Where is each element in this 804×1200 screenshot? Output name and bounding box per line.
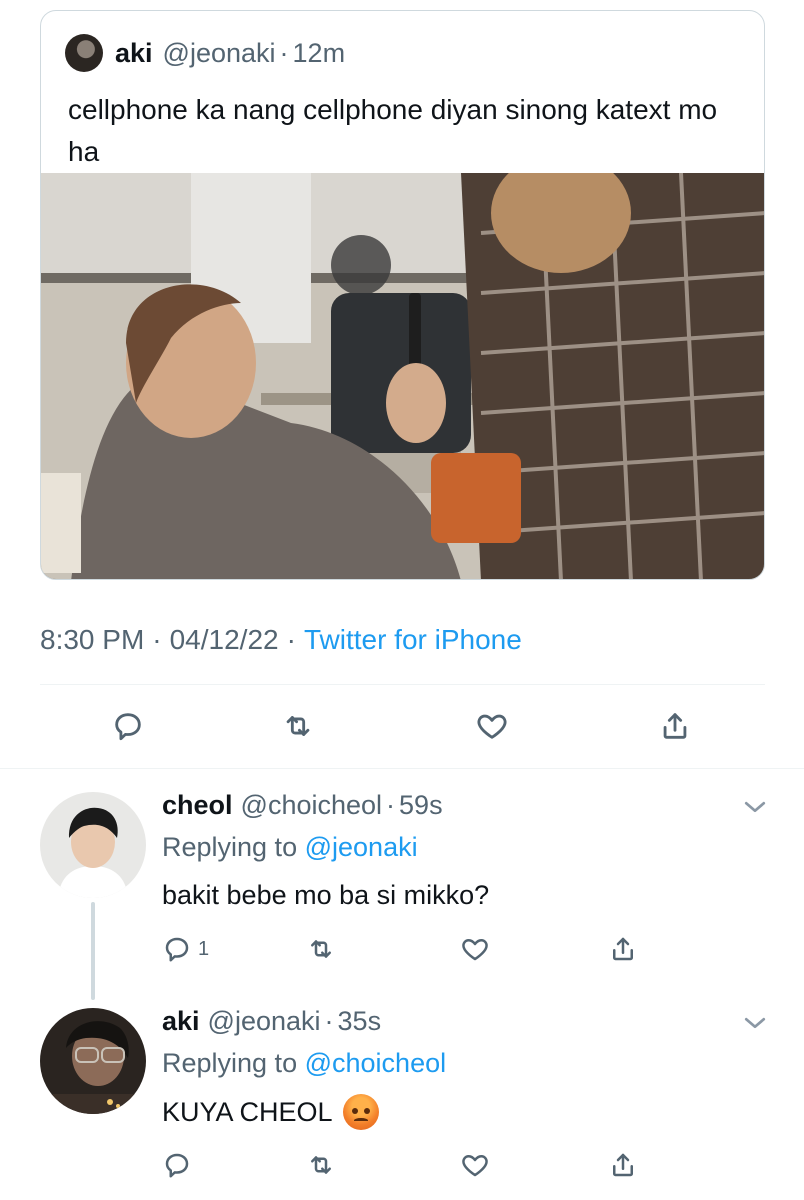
- replying-to-label: Replying to: [162, 832, 298, 862]
- divider: [40, 684, 765, 685]
- timestamp: 35s: [337, 1006, 382, 1036]
- reply-header: cheol @choicheol · 59s: [162, 790, 443, 821]
- chevron-down-icon: [744, 1017, 766, 1029]
- replying-to-label: Replying to: [162, 1048, 298, 1078]
- tweet-photo[interactable]: [41, 173, 764, 579]
- photo-illustration: [41, 173, 764, 579]
- replying-to: Replying to @choicheol: [162, 1048, 446, 1079]
- share-icon: [613, 937, 633, 961]
- mention-link[interactable]: @jeonaki: [305, 832, 418, 862]
- angry-face-emoji: [342, 1094, 379, 1130]
- avatar-image: [40, 792, 146, 898]
- display-name[interactable]: cheol: [162, 790, 233, 821]
- reply-text-content: bakit bebe mo ba si mikko?: [162, 880, 490, 910]
- share-button[interactable]: [655, 706, 695, 746]
- divider: [0, 768, 804, 769]
- heart-icon: [477, 714, 507, 739]
- tweet-actions: [0, 706, 804, 746]
- share-button[interactable]: [608, 932, 638, 966]
- like-button[interactable]: [472, 706, 512, 746]
- reply-button[interactable]: [162, 1148, 192, 1182]
- separator: ·: [152, 624, 162, 655]
- like-button[interactable]: [460, 932, 490, 966]
- retweet-button[interactable]: [306, 1148, 336, 1182]
- quoted-tweet-header: aki @jeonaki · 12m: [65, 33, 345, 73]
- reply-text-content: KUYA CHEOL: [162, 1096, 333, 1127]
- separator: ·: [286, 624, 296, 655]
- reply-icon: [165, 1153, 189, 1178]
- separator: ·: [324, 1006, 334, 1036]
- retweet-icon: [286, 716, 310, 736]
- handle[interactable]: @choicheol: [241, 790, 383, 821]
- reply-header: aki @jeonaki · 35s: [162, 1006, 381, 1037]
- avatar[interactable]: [40, 1008, 146, 1114]
- chevron-down-icon: [744, 801, 766, 813]
- mention-link[interactable]: @choicheol: [305, 1048, 447, 1078]
- tweet-time: 8:30 PM: [40, 624, 145, 655]
- more-options-button[interactable]: [740, 1008, 770, 1038]
- reply-button[interactable]: [108, 706, 148, 746]
- display-name[interactable]: aki: [115, 38, 153, 69]
- heart-icon: [462, 939, 488, 961]
- replying-to: Replying to @jeonaki: [162, 832, 418, 863]
- share-icon: [613, 1153, 633, 1177]
- reply-text: KUYA CHEOL: [162, 1094, 379, 1130]
- timestamp: 59s: [399, 790, 443, 820]
- retweet-button[interactable]: [278, 706, 318, 746]
- tweet-date: 04/12/22: [169, 624, 279, 655]
- reply-text: bakit bebe mo ba si mikko?: [162, 880, 489, 911]
- tweet-client-link[interactable]: Twitter for iPhone: [304, 624, 522, 656]
- timestamp: 12m: [292, 37, 346, 68]
- retweet-button[interactable]: [306, 932, 336, 966]
- reply-actions: [0, 1148, 804, 1182]
- heart-icon: [462, 1155, 488, 1177]
- display-name[interactable]: aki: [162, 1006, 200, 1037]
- reply-count: 1: [198, 937, 210, 960]
- tweet-meta: 8:30 PM · 04/12/22 · Twitter for iPhone: [40, 624, 522, 656]
- like-button[interactable]: [460, 1148, 490, 1182]
- quoted-tweet-text: cellphone ka nang cellphone diyan sinong…: [68, 94, 718, 167]
- reply-actions: 1: [0, 932, 804, 966]
- share-icon: [663, 713, 687, 739]
- retweet-icon: [311, 940, 331, 958]
- reply-icon: [165, 937, 189, 962]
- reply-button[interactable]: 1: [162, 932, 209, 966]
- share-button[interactable]: [608, 1148, 638, 1182]
- avatar[interactable]: [65, 34, 103, 72]
- retweet-icon: [311, 1156, 331, 1174]
- avatar-image: [40, 1008, 146, 1114]
- thread-connector: [91, 902, 95, 1000]
- separator: ·: [386, 790, 396, 820]
- handle[interactable]: @jeonaki: [163, 38, 276, 69]
- avatar[interactable]: [40, 792, 146, 898]
- separator: ·: [279, 37, 289, 68]
- handle[interactable]: @jeonaki: [208, 1006, 321, 1037]
- reply-icon: [115, 713, 141, 741]
- more-options-button[interactable]: [740, 792, 770, 822]
- quoted-tweet-card[interactable]: aki @jeonaki · 12m cellphone ka nang cel…: [40, 10, 765, 580]
